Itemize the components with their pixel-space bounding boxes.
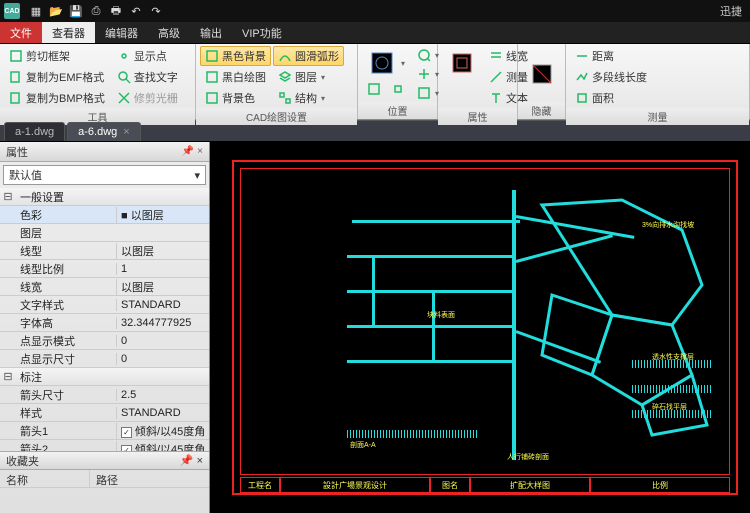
prop-textheight[interactable]: 字体高32.344777925 (0, 314, 209, 332)
smooth-arc-button[interactable]: 圆滑弧形 (273, 46, 344, 66)
pos-tool-2[interactable] (362, 80, 386, 98)
annotation: 3%向排水沟找坡 (642, 220, 694, 230)
prop-color[interactable]: 色彩■ 以图层 (0, 206, 209, 224)
tab-a6[interactable]: a-6.dwg× (67, 122, 141, 141)
cut-frame-button[interactable]: 剪切框架 (4, 46, 110, 66)
title-block: 工程名 設計广場景观设计 图名 扩配大样图 比例 (240, 477, 730, 493)
prop-layer[interactable]: 图层 (0, 224, 209, 242)
fav-pin-icon[interactable]: 📌 × (180, 454, 203, 467)
properties-panel: 属性📌 × 默认值▾ ⊟一般设置 色彩■ 以图层 图层 线型以图层 线型比例1 … (0, 142, 210, 513)
print-icon[interactable]: 🖶 (107, 2, 125, 20)
prop-textstyle[interactable]: 文字样式STANDARD (0, 296, 209, 314)
annotation: 剖面A-A (350, 440, 376, 450)
annotation: 透水性支撑层 (652, 352, 694, 362)
prop-lineweight[interactable]: 线宽以图层 (0, 278, 209, 296)
prop-arrowsize[interactable]: 箭头尺寸2.5 (0, 386, 209, 404)
prop-pointmode[interactable]: 点显示模式0 (0, 332, 209, 350)
open-icon[interactable]: 📂 (47, 2, 65, 20)
copy-bmp-button[interactable]: 复制为BMP格式 (4, 88, 110, 108)
group-attr-label: 属性 (438, 108, 517, 125)
pos-tool-3[interactable] (386, 80, 410, 98)
area-button[interactable]: 面积 (570, 88, 652, 108)
trim-raster-button[interactable]: 修剪光栅 (112, 88, 183, 108)
prop-arrow1[interactable]: 箭头1✓倾斜/以45度角 (0, 422, 209, 440)
attr-main-button[interactable] (442, 46, 482, 80)
titlebar: CAD ▦ 📂 💾 ⎙ 🖶 ↶ ↷ 迅捷 (0, 0, 750, 22)
group-dimension[interactable]: ⊟标注 (0, 368, 209, 386)
prop-ltscale[interactable]: 线型比例1 (0, 260, 209, 278)
undo-icon[interactable]: ↶ (127, 2, 145, 20)
show-point-button[interactable]: 显示点 (112, 46, 183, 66)
default-combo[interactable]: 默认值▾ (3, 165, 206, 185)
annotation: 块料表面 (427, 310, 455, 320)
black-bg-button[interactable]: 黑色背景 (200, 46, 271, 66)
window-title: 迅捷 (720, 3, 746, 19)
find-text-button[interactable]: 查找文字 (112, 67, 183, 87)
struct-button[interactable]: 结构▾ (273, 88, 344, 108)
group-pos-label: 位置 (358, 102, 437, 119)
annotation: 人行铺砖剖面 (507, 452, 549, 462)
workspace: 属性📌 × 默认值▾ ⊟一般设置 色彩■ 以图层 图层 线型以图层 线型比例1 … (0, 142, 750, 513)
bg-color-button[interactable]: 背景色 (200, 88, 271, 108)
menu-output[interactable]: 输出 (190, 22, 232, 43)
new-icon[interactable]: ▦ (27, 2, 45, 20)
ribbon: 剪切框架 复制为EMF格式 复制为BMP格式 显示点 查找文字 修剪光栅 工具 … (0, 44, 750, 120)
redo-icon[interactable]: ↷ (147, 2, 165, 20)
app-logo: CAD (4, 3, 20, 19)
prop-arrow2[interactable]: 箭头2✓倾斜/以45度角 (0, 440, 209, 451)
favorites-header: 收藏夹📌 × (0, 452, 209, 470)
menu-advanced[interactable]: 高级 (148, 22, 190, 43)
drawing-canvas[interactable]: 剖面A-A 人行铺砖剖面 块料表面 3%向排水沟找坡 透水性支撑层 碎石找平层 … (210, 142, 750, 513)
layer-button[interactable]: 图层▾ (273, 67, 344, 87)
prop-pointsize[interactable]: 点显示尺寸0 (0, 350, 209, 368)
prop-linetype[interactable]: 线型以图层 (0, 242, 209, 260)
menu-editor[interactable]: 编辑器 (95, 22, 148, 43)
favorites-panel: 收藏夹📌 × 名称路径 (0, 451, 209, 513)
menubar: 文件 查看器 编辑器 高级 输出 VIP功能 (0, 22, 750, 44)
save-icon[interactable]: 💾 (67, 2, 85, 20)
copy-emf-button[interactable]: 复制为EMF格式 (4, 67, 110, 87)
group-hide-label: 隐藏 (518, 102, 565, 119)
favorites-columns: 名称路径 (0, 470, 209, 488)
properties-list[interactable]: ⊟一般设置 色彩■ 以图层 图层 线型以图层 线型比例1 线宽以图层 文字样式S… (0, 188, 209, 451)
hide-button[interactable] (522, 46, 562, 102)
group-meas-label: 测量 (566, 108, 749, 125)
polyline-len-button[interactable]: 多段线长度 (570, 67, 652, 87)
saveall-icon[interactable]: ⎙ (87, 2, 105, 20)
prop-style[interactable]: 样式STANDARD (0, 404, 209, 422)
pin-icon[interactable]: 📌 × (182, 146, 203, 157)
menu-file[interactable]: 文件 (0, 22, 42, 43)
group-cad-label: CAD绘图设置 (196, 108, 357, 125)
properties-header: 属性📌 × (0, 142, 209, 162)
distance-button[interactable]: 距离 (570, 46, 652, 66)
tab-a1[interactable]: a-1.dwg (4, 122, 65, 141)
bw-draw-button[interactable]: 黑白绘图 (200, 67, 271, 87)
group-general[interactable]: ⊟一般设置 (0, 188, 209, 206)
pos-tool-1[interactable]: ▾ (362, 46, 410, 80)
menu-viewer[interactable]: 查看器 (42, 22, 95, 43)
menu-vip[interactable]: VIP功能 (232, 22, 292, 43)
annotation: 碎石找平层 (652, 402, 687, 412)
close-tab-icon[interactable]: × (123, 126, 129, 138)
